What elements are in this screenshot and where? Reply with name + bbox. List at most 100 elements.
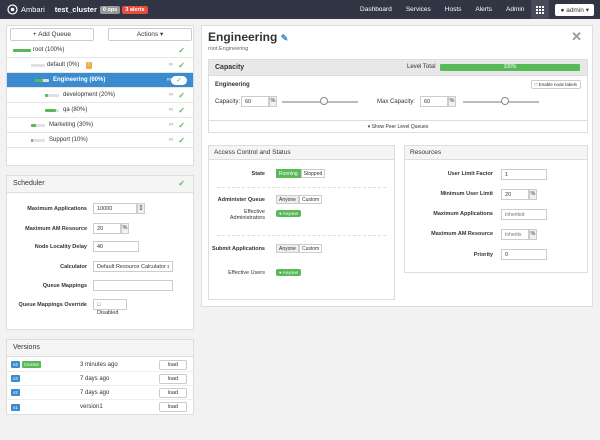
add-queue-button[interactable]: + Add Queue [10,28,94,41]
calculator-value: Default Resource Calculator [97,264,166,270]
nav-dashboard[interactable]: Dashboard [353,0,399,19]
current-badge: Current [21,361,41,368]
user-icon: ● [560,6,565,14]
main-nav: Dashboard Services Hosts Alerts Admin ● … [353,0,600,19]
check-circle-icon: ✓ [171,75,187,85]
version-row[interactable]: v2 7 days ago load [7,386,193,400]
cluster-name[interactable]: test_cluster [55,5,97,14]
user-menu-button[interactable]: ● admin ▾ [555,3,594,16]
queue-row-default[interactable]: default (0%) ! ∞ ✓ [7,58,193,73]
actions-label: Actions [136,31,159,38]
mappings-override-label: Queue Mappings Override [18,302,87,308]
queue-title: Engineering [208,30,278,44]
submit-custom[interactable]: Custom [298,244,323,253]
admin-queue-label: Administer Queue [217,197,265,203]
queue-row-development[interactable]: development (20%) ∞ ✓ [7,88,193,103]
versions-panel: Versions v4 Current 3 minutes ago load v… [6,339,194,415]
submit-apps-toggle[interactable]: Anyone Custom [276,244,323,253]
load-button[interactable]: load [158,359,187,370]
queues-panel: + Add Queue Actions ▾ root (100%) ✓ defa… [6,25,194,166]
close-icon[interactable]: ✕ [571,29,582,45]
max-capacity-slider-handle[interactable] [501,97,509,105]
enable-node-labels-button[interactable]: □ Enable node labels [530,80,581,89]
ops-badge[interactable]: 0 ops [99,5,121,14]
mappings-input[interactable] [93,280,173,291]
queue-label: Marketing (30%) [49,122,94,128]
capacity-header: Capacity Level Total 100% [209,60,587,76]
version-row[interactable]: v4 Current 3 minutes ago load [7,358,193,372]
load-button[interactable]: load [158,402,187,412]
effective-admins-tag: ● Anyone [276,210,301,217]
queue-row-root[interactable]: root (100%) ✓ [7,43,193,58]
submit-anyone[interactable]: Anyone [276,244,299,253]
alerts-badge[interactable]: 3 alerts [122,5,148,14]
load-button[interactable]: load [158,387,187,398]
state-running[interactable]: Running [276,169,301,178]
queue-row-marketing[interactable]: Marketing (30%) ∞ ✓ [7,118,193,133]
version-tag: v4 [11,361,20,368]
priority-input[interactable]: 0 [501,249,547,260]
version-row[interactable]: v1 version1 load [7,400,193,414]
nav-alerts[interactable]: Alerts [468,0,499,19]
queue-row-qa[interactable]: qa (80%) ∞ ✓ [7,103,193,118]
max-apps-label: Maximum Applications [433,211,493,217]
state-stopped[interactable]: Stopped [300,169,326,178]
select-arrows-icon: ⇕ [166,264,170,269]
max-am-input[interactable]: 20 [93,223,121,234]
user-icon: ● [279,270,282,275]
admin-anyone[interactable]: Anyone [276,195,299,204]
nav-hosts[interactable]: Hosts [438,0,469,19]
edit-icon[interactable]: ✎ [281,33,289,43]
check-icon: ✓ [178,105,185,115]
queue-row-support[interactable]: Support (10%) ∞ ✓ [7,133,193,148]
queue-label: root (100%) [33,47,65,53]
node-labels-text: Enable node labels [538,82,577,87]
state-toggle[interactable]: Running Stopped [276,169,326,178]
admin-custom[interactable]: Custom [298,195,323,204]
version-tag: v2 [11,389,20,396]
page-title: Engineering ✎ [208,30,288,44]
admin-queue-toggle[interactable]: Anyone Custom [276,195,323,204]
actions-button[interactable]: Actions ▾ [108,28,192,41]
max-apps-input[interactable]: 10000 [93,203,137,214]
capacity-input[interactable]: 60 [241,96,269,107]
min-user-limit-label: Minimum User Limit [440,191,493,197]
max-capacity-input[interactable]: 60 [420,96,448,107]
queue-path: root.Engineering [208,46,249,52]
user-icon: ● [279,211,282,216]
locality-input[interactable]: 40 [93,241,139,252]
capacity-slider-handle[interactable] [320,97,328,105]
max-capacity-label: Max Capacity: [377,99,416,105]
max-apps-input[interactable] [501,209,547,220]
queue-row-engineering[interactable]: Engineering (60%) ∞ ✓ [7,73,193,88]
user-limit-factor-input[interactable]: 1 [501,169,547,180]
queue-detail-panel: Engineering ✎ root.Engineering ✕ Capacit… [201,25,593,307]
queue-capacity-bar [45,93,48,97]
queue-capacity-bar [35,78,43,82]
access-header: Access Control and Status [209,146,394,160]
capacity-panel: Capacity Level Total 100% Engineering □ … [208,59,588,133]
resources-header: Resources [405,146,587,160]
nav-admin[interactable]: Admin [499,0,531,19]
queue-capacity-bar-track [31,138,45,142]
mappings-override-toggle[interactable]: □ Disabled [93,299,127,316]
calculator-label: Calculator [60,264,87,270]
brand-name[interactable]: Ambari [21,5,45,14]
min-user-limit-input[interactable]: 20 [501,189,529,200]
check-icon: ✓ [178,60,185,70]
check-icon: ✓ [178,135,185,145]
level-total-label: Level Total [407,64,436,70]
calculator-select[interactable]: Default Resource Calculator ⇕ [93,261,173,272]
load-button[interactable]: load [158,373,187,384]
user-name: admin [566,6,584,14]
show-peer-levels[interactable]: ▾ Show Peer Level Queues [209,120,587,132]
version-time: 7 days ago [80,375,110,382]
max-am-input[interactable] [501,229,529,240]
top-navbar: Ambari test_cluster 0 ops 3 alerts Dashb… [0,0,600,19]
queue-label: default (0%) [47,62,80,68]
views-grid-icon[interactable] [531,0,550,19]
version-row[interactable]: v3 7 days ago load [7,372,193,386]
queue-capacity-bar [45,108,56,112]
version-tag: v1 [11,403,20,411]
nav-services[interactable]: Services [399,0,438,19]
